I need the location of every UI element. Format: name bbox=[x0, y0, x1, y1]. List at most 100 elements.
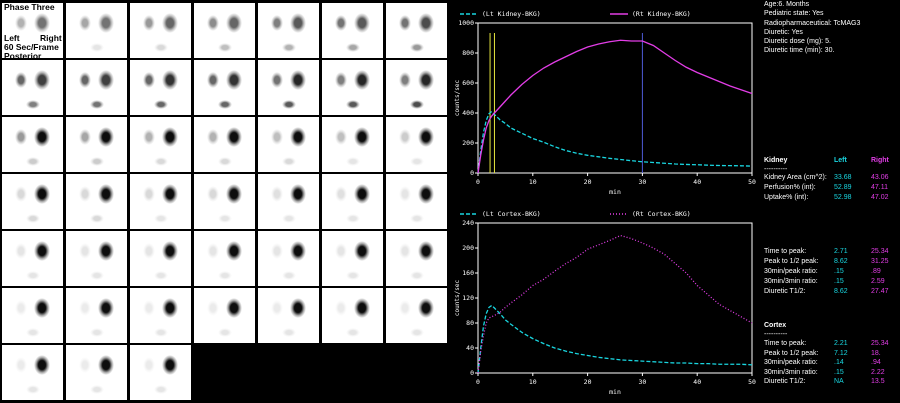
x-axis-label: min bbox=[609, 388, 621, 395]
right-kidney-uptake bbox=[34, 355, 50, 375]
scan-frame bbox=[194, 231, 255, 286]
y-tick-label: 200 bbox=[462, 139, 474, 147]
bladder-uptake bbox=[26, 213, 40, 223]
kidney-stat-right-value: 43.06 bbox=[871, 174, 889, 181]
cortex-stat-label: 30min/peak ratio: bbox=[764, 359, 818, 366]
bladder-uptake bbox=[410, 42, 424, 52]
left-kidney-uptake bbox=[207, 72, 219, 88]
left-kidney-uptake bbox=[335, 72, 347, 88]
right-kidney-uptake bbox=[290, 127, 306, 147]
right-kidney-uptake bbox=[34, 241, 50, 261]
bladder-uptake bbox=[90, 156, 104, 166]
scan-frame bbox=[130, 231, 191, 286]
scan-frame bbox=[2, 345, 63, 400]
scan-frame bbox=[258, 288, 319, 343]
kidney-stat-label: Perfusion% (int): bbox=[764, 184, 816, 191]
bladder-uptake bbox=[154, 99, 168, 109]
cortex-stat-left-value: .15 bbox=[834, 368, 844, 376]
y-axis-label: counts/sec bbox=[454, 80, 461, 117]
right-kidney-uptake bbox=[162, 184, 178, 204]
left-kidney-uptake bbox=[271, 186, 283, 202]
y-tick-label: 0 bbox=[470, 169, 474, 177]
right-kidney-uptake bbox=[98, 298, 114, 318]
right-kidney-uptake bbox=[354, 298, 370, 318]
left-kidney-uptake bbox=[143, 72, 155, 88]
series-line-right bbox=[477, 234, 753, 374]
right-kidney-uptake bbox=[226, 184, 242, 204]
legend-label: (Rt Cortex-BKG) bbox=[632, 210, 691, 218]
bladder-uptake bbox=[282, 42, 296, 52]
x-tick-label: 0 bbox=[476, 178, 480, 186]
left-kidney-uptake bbox=[143, 15, 155, 31]
left-kidney-uptake bbox=[335, 15, 347, 31]
bladder-uptake bbox=[410, 327, 424, 337]
left-kidney-uptake bbox=[79, 357, 91, 373]
y-tick-label: 600 bbox=[462, 79, 474, 87]
scan-frame bbox=[258, 60, 319, 115]
cortex-renogram-chart: 0 10 20 30 40 50 0 40 80 120 160 200 240 min counts/se… bbox=[454, 210, 756, 396]
bladder-uptake bbox=[154, 156, 168, 166]
bladder-uptake bbox=[346, 99, 360, 109]
bladder-uptake bbox=[154, 384, 168, 394]
scan-frame bbox=[258, 117, 319, 172]
right-kidney-uptake bbox=[162, 355, 178, 375]
patient-age: Age:6. Months bbox=[764, 1, 810, 8]
scan-frame bbox=[194, 174, 255, 229]
bladder-uptake bbox=[218, 99, 232, 109]
legend-label: (Rt Kidney-BKG) bbox=[632, 10, 691, 18]
left-kidney-uptake bbox=[79, 300, 91, 316]
bladder-uptake bbox=[154, 42, 168, 52]
kidney-stat-left-value: 52.98 bbox=[834, 194, 852, 201]
right-kidney-uptake bbox=[354, 241, 370, 261]
pediatric-state: Pediatric state: Yes bbox=[764, 10, 824, 18]
scan-frame bbox=[386, 288, 447, 343]
bladder-uptake bbox=[282, 327, 296, 337]
left-kidney-uptake bbox=[143, 129, 155, 145]
diuretic: Diuretic: Yes bbox=[764, 28, 803, 36]
view-label: Posterior bbox=[4, 51, 42, 61]
scan-frame bbox=[386, 174, 447, 229]
left-kidney-uptake bbox=[15, 243, 27, 259]
left-kidney-uptake bbox=[207, 15, 219, 31]
kidney-renogram-chart: 0 10 20 30 40 50 0 200 400 600 800 1000 min counts/se… bbox=[454, 10, 756, 196]
bladder-uptake bbox=[346, 270, 360, 280]
scan-frame bbox=[66, 231, 127, 286]
bladder-uptake bbox=[154, 270, 168, 280]
bladder-uptake bbox=[410, 213, 424, 223]
series-line-right bbox=[477, 39, 753, 174]
right-kidney-uptake bbox=[290, 298, 306, 318]
y-tick-label: 240 bbox=[462, 219, 474, 227]
bladder-uptake bbox=[218, 270, 232, 280]
bladder-uptake bbox=[410, 99, 424, 109]
patient-info: Age:6. Months Pediatric state: Yes Radio… bbox=[764, 0, 860, 56]
scan-frame bbox=[322, 117, 383, 172]
bladder-uptake bbox=[26, 156, 40, 166]
kidney-timing-label: Diuretic T1/2: bbox=[764, 288, 806, 295]
scan-frame bbox=[386, 117, 447, 172]
left-kidney-uptake bbox=[15, 357, 27, 373]
radiopharmaceutical: Radiopharmaceutical: TcMAG3 bbox=[764, 19, 861, 27]
y-tick-label: 120 bbox=[462, 294, 474, 302]
x-tick-label: 40 bbox=[693, 178, 701, 186]
scan-frame bbox=[322, 231, 383, 286]
y-axis-label: counts/sec bbox=[454, 280, 461, 317]
right-kidney-uptake bbox=[98, 184, 114, 204]
left-kidney-uptake bbox=[399, 15, 411, 31]
bladder-uptake bbox=[218, 213, 232, 223]
left-kidney-uptake bbox=[335, 186, 347, 202]
scan-frame bbox=[130, 3, 191, 58]
bladder-uptake bbox=[346, 213, 360, 223]
kidney-timing-left-value: 2.71 bbox=[834, 248, 848, 255]
cortex-stat-left-value: 2.21 bbox=[834, 340, 848, 347]
cortex-stat-left-value: .14 bbox=[834, 359, 844, 366]
x-tick-label: 10 bbox=[529, 178, 537, 186]
y-tick-label: 400 bbox=[462, 109, 474, 117]
y-tick-label: 40 bbox=[466, 344, 474, 352]
right-kidney-uptake bbox=[418, 184, 434, 204]
series-line-left bbox=[477, 304, 753, 374]
scan-frame bbox=[130, 288, 191, 343]
kidney-separator-label: ---------- bbox=[764, 166, 788, 173]
left-kidney-uptake bbox=[79, 186, 91, 202]
cortex-stat-left-value: NA bbox=[834, 378, 844, 385]
kidney-header-label: Kidney bbox=[764, 157, 788, 164]
